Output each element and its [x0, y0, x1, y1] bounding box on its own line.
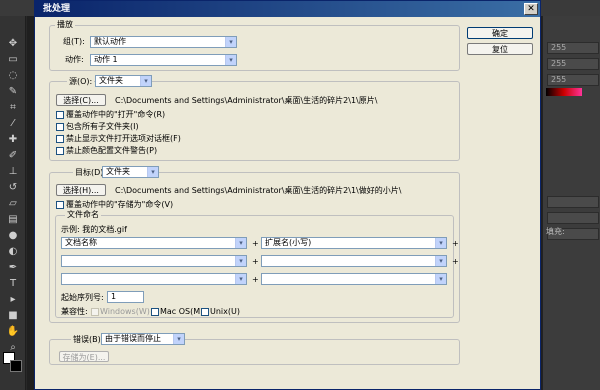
override-open-label: 覆盖动作中的"打开"命令(R)	[66, 110, 166, 119]
brush-tool-icon[interactable]: ✐	[5, 150, 21, 162]
errors-select[interactable]: 由于错误而停止 ▾	[101, 333, 185, 345]
unix-label: Unix(U)	[210, 307, 240, 316]
type-tool-icon[interactable]: T	[5, 278, 21, 290]
suppress-color-warnings-label: 禁止颜色配置文件警告(P)	[66, 146, 158, 155]
tools-panel: ✥ ▭ ◌ ✎ ⌗ ⁄ ✚ ✐ ⊥ ↺ ▱ ▤ ● ◐ ✒ T ▸ ■ ✋ ⌕	[0, 16, 26, 390]
crop-tool-icon[interactable]: ⌗	[5, 102, 21, 114]
unix-checkbox[interactable]	[201, 308, 209, 316]
source-choose-button[interactable]: 选择(C)...	[56, 94, 106, 106]
naming-field-1[interactable]: 文档名称 ▾	[61, 237, 247, 249]
source-label: 源(O):	[67, 77, 95, 87]
set-value: 默认动作	[94, 37, 126, 46]
chevron-down-icon[interactable]: ▾	[435, 238, 446, 248]
suppress-color-warnings-checkbox[interactable]	[56, 147, 64, 155]
healing-tool-icon[interactable]: ✚	[5, 134, 21, 146]
windows-label: Windows(W)	[100, 307, 150, 316]
destination-value: 文件夹	[106, 167, 130, 176]
color-value-r[interactable]: 255	[547, 42, 599, 54]
batch-dialog: 批处理 ✕ 确定 复位 播放 组(T): 默认动作 ▾ 动作: 动作 1 ▾ 源…	[34, 0, 541, 390]
chevron-down-icon[interactable]: ▾	[147, 167, 158, 177]
blur-tool-icon[interactable]: ●	[5, 230, 21, 242]
naming-field-4[interactable]: ▾	[261, 255, 447, 267]
override-save-label: 覆盖动作中的"存储为"命令(V)	[66, 200, 174, 209]
dodge-tool-icon[interactable]: ◐	[5, 246, 21, 258]
naming-field-2-value: 扩展名(小写)	[265, 238, 312, 247]
windows-checkbox[interactable]	[91, 308, 99, 316]
plus-sign: +	[252, 257, 259, 266]
chevron-down-icon[interactable]: ▾	[225, 37, 236, 47]
destination-choose-button[interactable]: 选择(H)...	[56, 184, 106, 196]
eraser-tool-icon[interactable]: ▱	[5, 198, 21, 210]
eyedropper-tool-icon[interactable]: ⁄	[5, 118, 21, 130]
color-value-b[interactable]: 255	[547, 74, 599, 86]
include-subfolders-checkbox[interactable]	[56, 123, 64, 131]
lasso-tool-icon[interactable]: ◌	[5, 70, 21, 82]
fill-label: 填充:	[546, 227, 565, 236]
background-color-swatch[interactable]	[10, 360, 22, 372]
plus-sign: +	[252, 239, 259, 248]
ok-button[interactable]: 确定	[467, 27, 533, 39]
mac-label: Mac OS(M)	[160, 307, 204, 316]
save-as-button[interactable]: 存储为(E)...	[59, 351, 109, 362]
shape-tool-icon[interactable]: ■	[5, 310, 21, 322]
naming-field-2[interactable]: 扩展名(小写) ▾	[261, 237, 447, 249]
panel-row	[547, 212, 599, 224]
errors-value: 由于错误而停止	[105, 334, 161, 343]
dialog-title: 批处理	[35, 1, 540, 17]
override-save-checkbox[interactable]	[56, 201, 64, 209]
chevron-down-icon[interactable]: ▾	[235, 238, 246, 248]
source-path: C:\Documents and Settings\Administrator\…	[115, 96, 378, 105]
color-ramp[interactable]	[546, 88, 582, 96]
pen-tool-icon[interactable]: ✒	[5, 262, 21, 274]
destination-select[interactable]: 文件夹 ▾	[102, 166, 159, 178]
reset-button[interactable]: 复位	[467, 43, 533, 55]
action-label: 动作:	[65, 55, 84, 64]
destination-path: C:\Documents and Settings\Administrator\…	[115, 186, 402, 195]
serial-label: 起始序列号:	[61, 293, 104, 302]
source-select[interactable]: 文件夹 ▾	[95, 75, 152, 87]
mac-checkbox[interactable]	[151, 308, 159, 316]
right-panels: 255 255 255	[542, 16, 600, 390]
naming-field-5[interactable]: ▾	[61, 273, 247, 285]
chevron-down-icon[interactable]: ▾	[235, 256, 246, 266]
panel-row	[547, 196, 599, 208]
source-value: 文件夹	[99, 76, 123, 85]
naming-field-3[interactable]: ▾	[61, 255, 247, 267]
chevron-down-icon[interactable]: ▾	[435, 274, 446, 284]
file-naming-legend: 文件命名	[65, 210, 101, 220]
file-naming-example: 示例: 我的文档.gif	[61, 225, 127, 234]
naming-field-1-value: 文档名称	[65, 238, 97, 247]
color-value-g[interactable]: 255	[547, 58, 599, 70]
suppress-open-dialogs-checkbox[interactable]	[56, 135, 64, 143]
chevron-down-icon[interactable]: ▾	[435, 256, 446, 266]
history-brush-tool-icon[interactable]: ↺	[5, 182, 21, 194]
quick-select-tool-icon[interactable]: ✎	[5, 86, 21, 98]
action-select[interactable]: 动作 1 ▾	[90, 54, 237, 66]
plus-sign: +	[452, 239, 459, 248]
hand-tool-icon[interactable]: ✋	[5, 326, 21, 338]
set-select[interactable]: 默认动作 ▾	[90, 36, 237, 48]
action-value: 动作 1	[94, 55, 118, 64]
chevron-down-icon[interactable]: ▾	[235, 274, 246, 284]
chevron-down-icon[interactable]: ▾	[225, 55, 236, 65]
naming-field-6[interactable]: ▾	[261, 273, 447, 285]
plus-sign: +	[452, 257, 459, 266]
play-legend: 播放	[55, 20, 75, 30]
path-select-tool-icon[interactable]: ▸	[5, 294, 21, 306]
chevron-down-icon[interactable]: ▾	[140, 76, 151, 86]
plus-sign: +	[252, 275, 259, 284]
compat-label: 兼容性:	[61, 307, 88, 316]
move-tool-icon[interactable]: ✥	[5, 38, 21, 50]
suppress-open-dialogs-label: 禁止显示文件打开选项对话框(F)	[66, 134, 181, 143]
close-icon[interactable]: ✕	[524, 3, 538, 15]
include-subfolders-label: 包含所有子文件夹(I)	[66, 122, 139, 131]
set-label: 组(T):	[63, 37, 85, 46]
stamp-tool-icon[interactable]: ⊥	[5, 166, 21, 178]
marquee-tool-icon[interactable]: ▭	[5, 54, 21, 66]
gradient-tool-icon[interactable]: ▤	[5, 214, 21, 226]
serial-input[interactable]: 1	[107, 291, 144, 303]
chevron-down-icon[interactable]: ▾	[173, 334, 184, 344]
override-open-checkbox[interactable]	[56, 111, 64, 119]
